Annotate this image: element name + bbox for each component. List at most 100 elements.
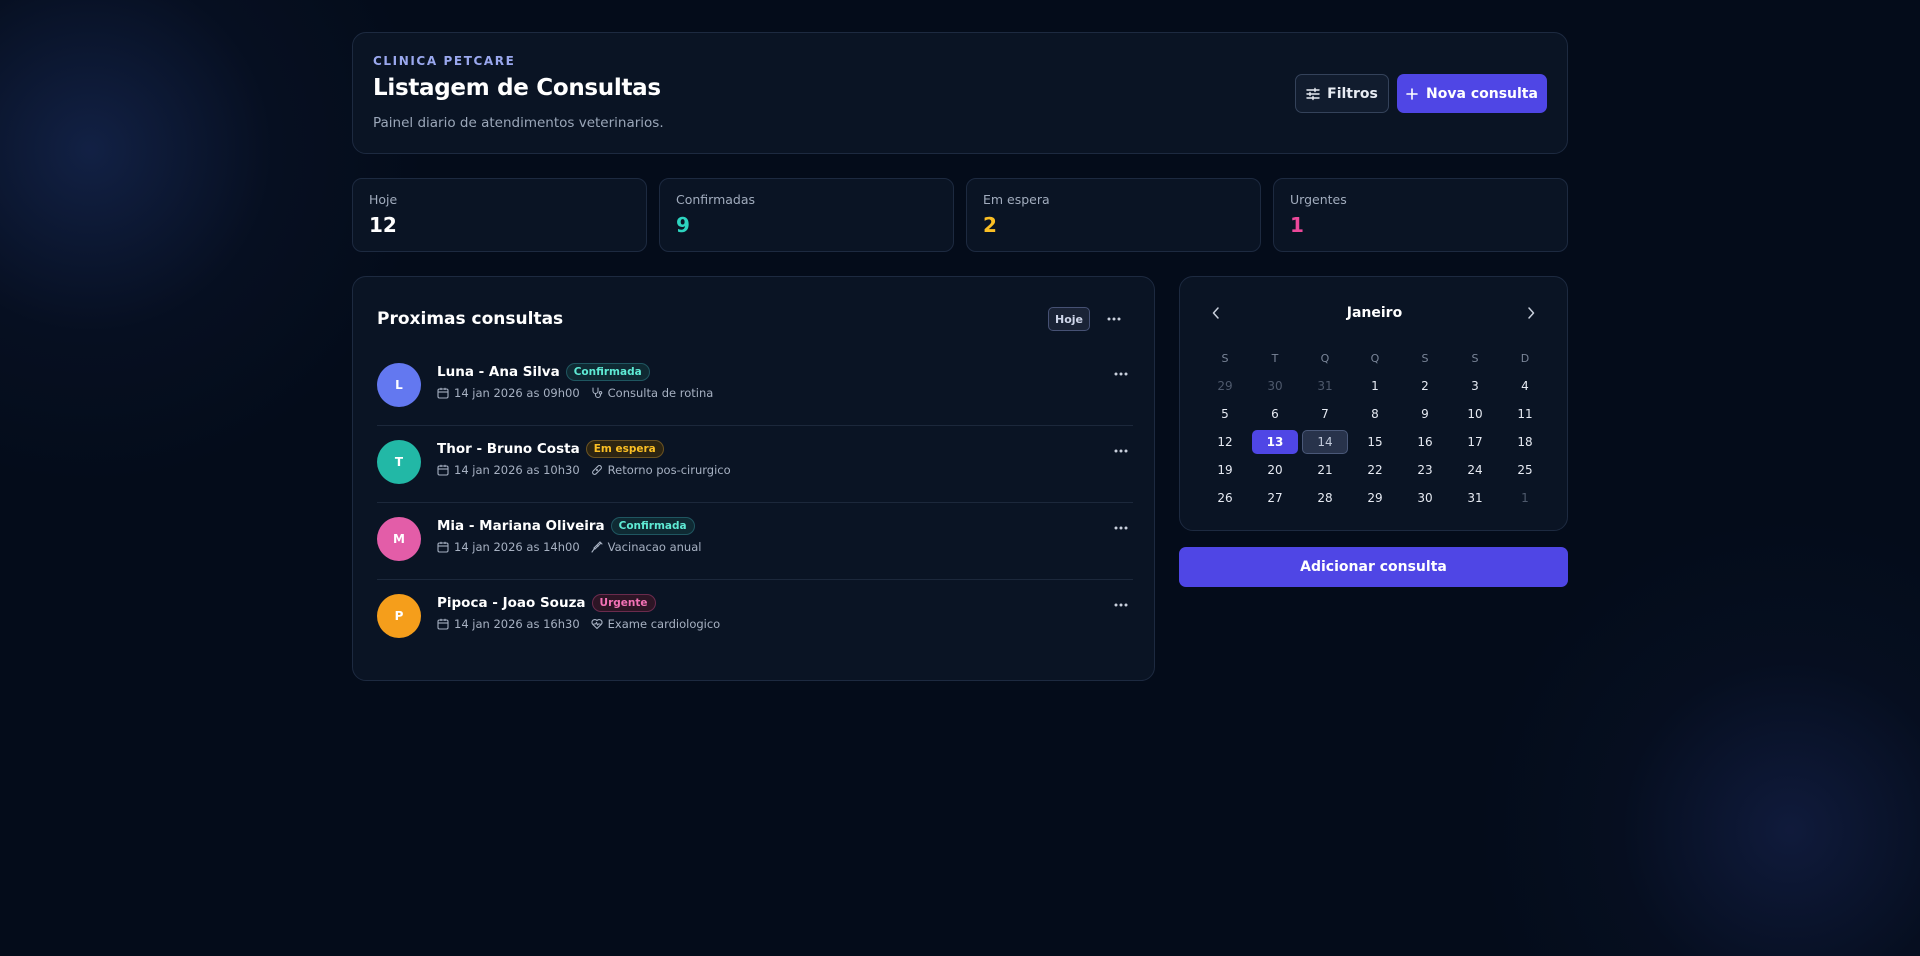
stat-label: Urgentes: [1290, 192, 1347, 207]
calendar-icon: [437, 541, 449, 553]
status-badge: Confirmada: [565, 363, 650, 381]
appointment-datetime: 14 jan 2026 as 14h00: [454, 540, 580, 554]
stat-label: Em espera: [983, 192, 1050, 207]
page-title: Listagem de Consultas: [373, 75, 661, 101]
calendar-day[interactable]: 21: [1302, 458, 1348, 482]
weekday-label: S: [1421, 352, 1429, 365]
stat-label: Hoje: [369, 192, 398, 207]
appointment-name-wrap: Thor - Bruno Costa Em espera: [437, 440, 664, 458]
row-more-icon[interactable]: [1109, 364, 1133, 384]
calendar-day[interactable]: 31: [1302, 374, 1348, 398]
calendar-day[interactable]: 26: [1202, 486, 1248, 510]
calendar-day[interactable]: 17: [1452, 430, 1498, 454]
calendar-day[interactable]: 20: [1252, 458, 1298, 482]
calendar-card: Janeiro S T Q Q S S D 29 30 31 1 2 3 4 5 6 7 8 9 10 11 12 13 14…: [1179, 276, 1568, 531]
stat-value: 12: [369, 213, 397, 237]
calendar-day[interactable]: 25: [1502, 458, 1548, 482]
row-more-icon[interactable]: [1109, 518, 1133, 538]
appointment-row[interactable]: T Thor - Bruno Costa Em espera 14 jan 202…: [377, 426, 1133, 503]
calendar-day[interactable]: 15: [1352, 430, 1398, 454]
appointment-datetime: 14 jan 2026 as 16h30: [454, 617, 580, 631]
stat-card-waiting: Em espera 2: [966, 178, 1261, 252]
row-more-icon[interactable]: [1109, 441, 1133, 461]
calendar-icon: [437, 387, 449, 399]
avatar: M: [377, 517, 421, 561]
appointment-meta: 14 jan 2026 as 10h30 Retorno pos-cirurgi…: [437, 463, 731, 477]
status-badge: Confirmada: [610, 517, 695, 535]
calendar-day-selected[interactable]: 14: [1302, 430, 1348, 454]
calendar-day[interactable]: 28: [1302, 486, 1348, 510]
more-options-icon[interactable]: [1102, 309, 1126, 329]
calendar-day[interactable]: 7: [1302, 402, 1348, 426]
calendar-day[interactable]: 19: [1202, 458, 1248, 482]
new-appointment-button[interactable]: Nova consulta: [1397, 74, 1547, 113]
calendar-day[interactable]: 30: [1252, 374, 1298, 398]
calendar-day[interactable]: 2: [1402, 374, 1448, 398]
calendar-day[interactable]: 12: [1202, 430, 1248, 454]
row-more-icon[interactable]: [1109, 595, 1133, 615]
appointment-meta: 14 jan 2026 as 09h00 Consulta de rotina: [437, 386, 713, 400]
calendar-day[interactable]: 29: [1202, 374, 1248, 398]
clinic-name: CLINICA PETCARE: [373, 54, 516, 68]
add-appointment-button[interactable]: Adicionar consulta: [1179, 547, 1568, 587]
status-badge: Urgente: [591, 594, 656, 612]
calendar-day[interactable]: 1: [1502, 486, 1548, 510]
appointment-name: Mia - Mariana Oliveira: [437, 518, 605, 534]
calendar-day[interactable]: 8: [1352, 402, 1398, 426]
calendar-day[interactable]: 27: [1252, 486, 1298, 510]
stat-card-today: Hoje 12: [352, 178, 647, 252]
calendar-month: Janeiro: [1346, 305, 1403, 321]
stat-value: 1: [1290, 213, 1304, 237]
calendar-day[interactable]: 24: [1452, 458, 1498, 482]
avatar: P: [377, 594, 421, 638]
syringe-icon: [591, 541, 603, 553]
weekday-label: Q: [1320, 352, 1330, 365]
appointments-title: Proximas consultas: [377, 309, 564, 329]
calendar-day[interactable]: 1: [1352, 374, 1398, 398]
plus-icon: [1406, 87, 1418, 100]
appointment-row[interactable]: P Pipoca - Joao Souza Urgente 14 jan 2026…: [377, 580, 1133, 657]
calendar-day[interactable]: 9: [1402, 402, 1448, 426]
sliders-icon: [1306, 87, 1320, 100]
status-badge: Em espera: [585, 440, 664, 458]
header-card: CLINICA PETCARE Listagem de Consultas Pa…: [352, 32, 1568, 154]
today-filter-pill[interactable]: Hoje: [1048, 307, 1090, 331]
weekday-label: S: [1471, 352, 1479, 365]
stethoscope-icon: [592, 387, 602, 399]
calendar-day[interactable]: 31: [1452, 486, 1498, 510]
calendar-day[interactable]: 11: [1502, 402, 1548, 426]
next-month-icon[interactable]: [1520, 302, 1542, 324]
calendar-day[interactable]: 6: [1252, 402, 1298, 426]
calendar-day[interactable]: 3: [1452, 374, 1498, 398]
calendar-day[interactable]: 22: [1352, 458, 1398, 482]
calendar-day[interactable]: 5: [1202, 402, 1248, 426]
appointment-name: Thor - Bruno Costa: [437, 441, 580, 457]
calendar-icon: [437, 618, 449, 630]
appointment-name-wrap: Mia - Mariana Oliveira Confirmada: [437, 517, 695, 535]
appointment-row[interactable]: M Mia - Mariana Oliveira Confirmada 14 ja…: [377, 503, 1133, 580]
appointment-name: Luna - Ana Silva: [437, 364, 560, 380]
appointment-service: Exame cardiologico: [607, 617, 721, 631]
calendar-day[interactable]: 30: [1402, 486, 1448, 510]
weekday-label: T: [1271, 352, 1279, 365]
stat-value: 2: [983, 213, 997, 237]
calendar-day[interactable]: 16: [1402, 430, 1448, 454]
calendar-day[interactable]: 29: [1352, 486, 1398, 510]
appointment-row[interactable]: L Luna - Ana Silva Confirmada 14 jan 2026…: [377, 349, 1133, 426]
appointment-meta: 14 jan 2026 as 14h00 Vacinacao anual: [437, 540, 701, 554]
bandage-icon: [591, 465, 602, 475]
appointment-name-wrap: Luna - Ana Silva Confirmada: [437, 363, 650, 381]
calendar-day[interactable]: 10: [1452, 402, 1498, 426]
avatar: L: [377, 363, 421, 407]
appointment-service: Vacinacao anual: [607, 540, 702, 554]
calendar-day[interactable]: 4: [1502, 374, 1548, 398]
appointment-service: Consulta de rotina: [607, 386, 714, 400]
filters-button[interactable]: Filtros: [1295, 74, 1389, 113]
stat-card-confirmed: Confirmadas 9: [659, 178, 954, 252]
calendar-day[interactable]: 23: [1402, 458, 1448, 482]
stat-card-urgent: Urgentes 1: [1273, 178, 1568, 252]
calendar-day[interactable]: 18: [1502, 430, 1548, 454]
new-appointment-label: Nova consulta: [1426, 85, 1538, 102]
appointments-card: Proximas consultas Hoje L Luna - Ana Sil…: [352, 276, 1155, 681]
calendar-day-today[interactable]: 13: [1252, 430, 1298, 454]
